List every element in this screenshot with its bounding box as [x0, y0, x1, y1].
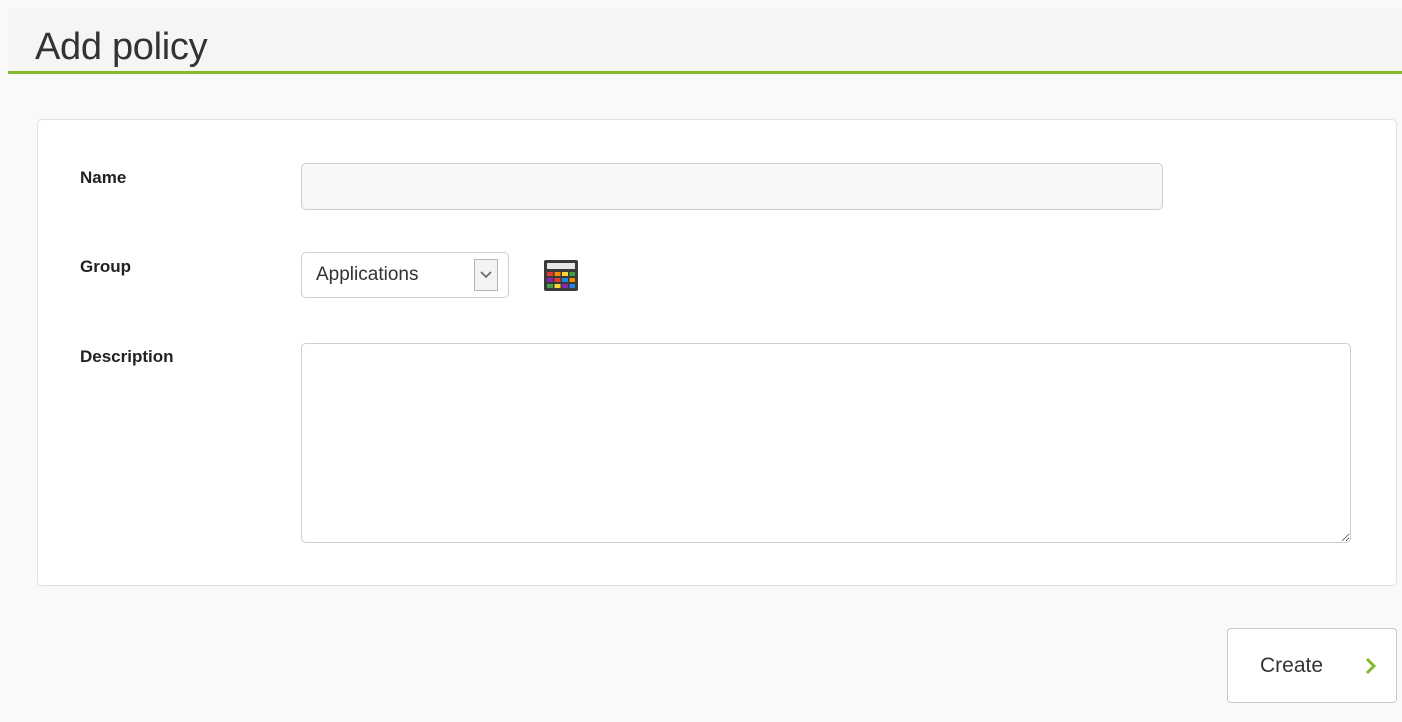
group-select-value: Applications [316, 264, 419, 285]
page-header: Add policy [8, 8, 1402, 74]
description-textarea[interactable] [301, 343, 1351, 543]
create-button-label: Create [1260, 653, 1324, 677]
group-label: Group [80, 257, 131, 276]
name-input[interactable] [301, 163, 1163, 210]
group-select[interactable]: Applications [301, 252, 509, 298]
page-title: Add policy [35, 26, 208, 68]
description-label: Description [80, 347, 174, 366]
chevron-down-icon[interactable] [474, 259, 498, 291]
chevron-right-icon [1365, 657, 1377, 675]
calculator-icon[interactable] [543, 259, 579, 292]
create-button[interactable]: Create [1227, 628, 1397, 703]
name-label: Name [80, 168, 127, 187]
